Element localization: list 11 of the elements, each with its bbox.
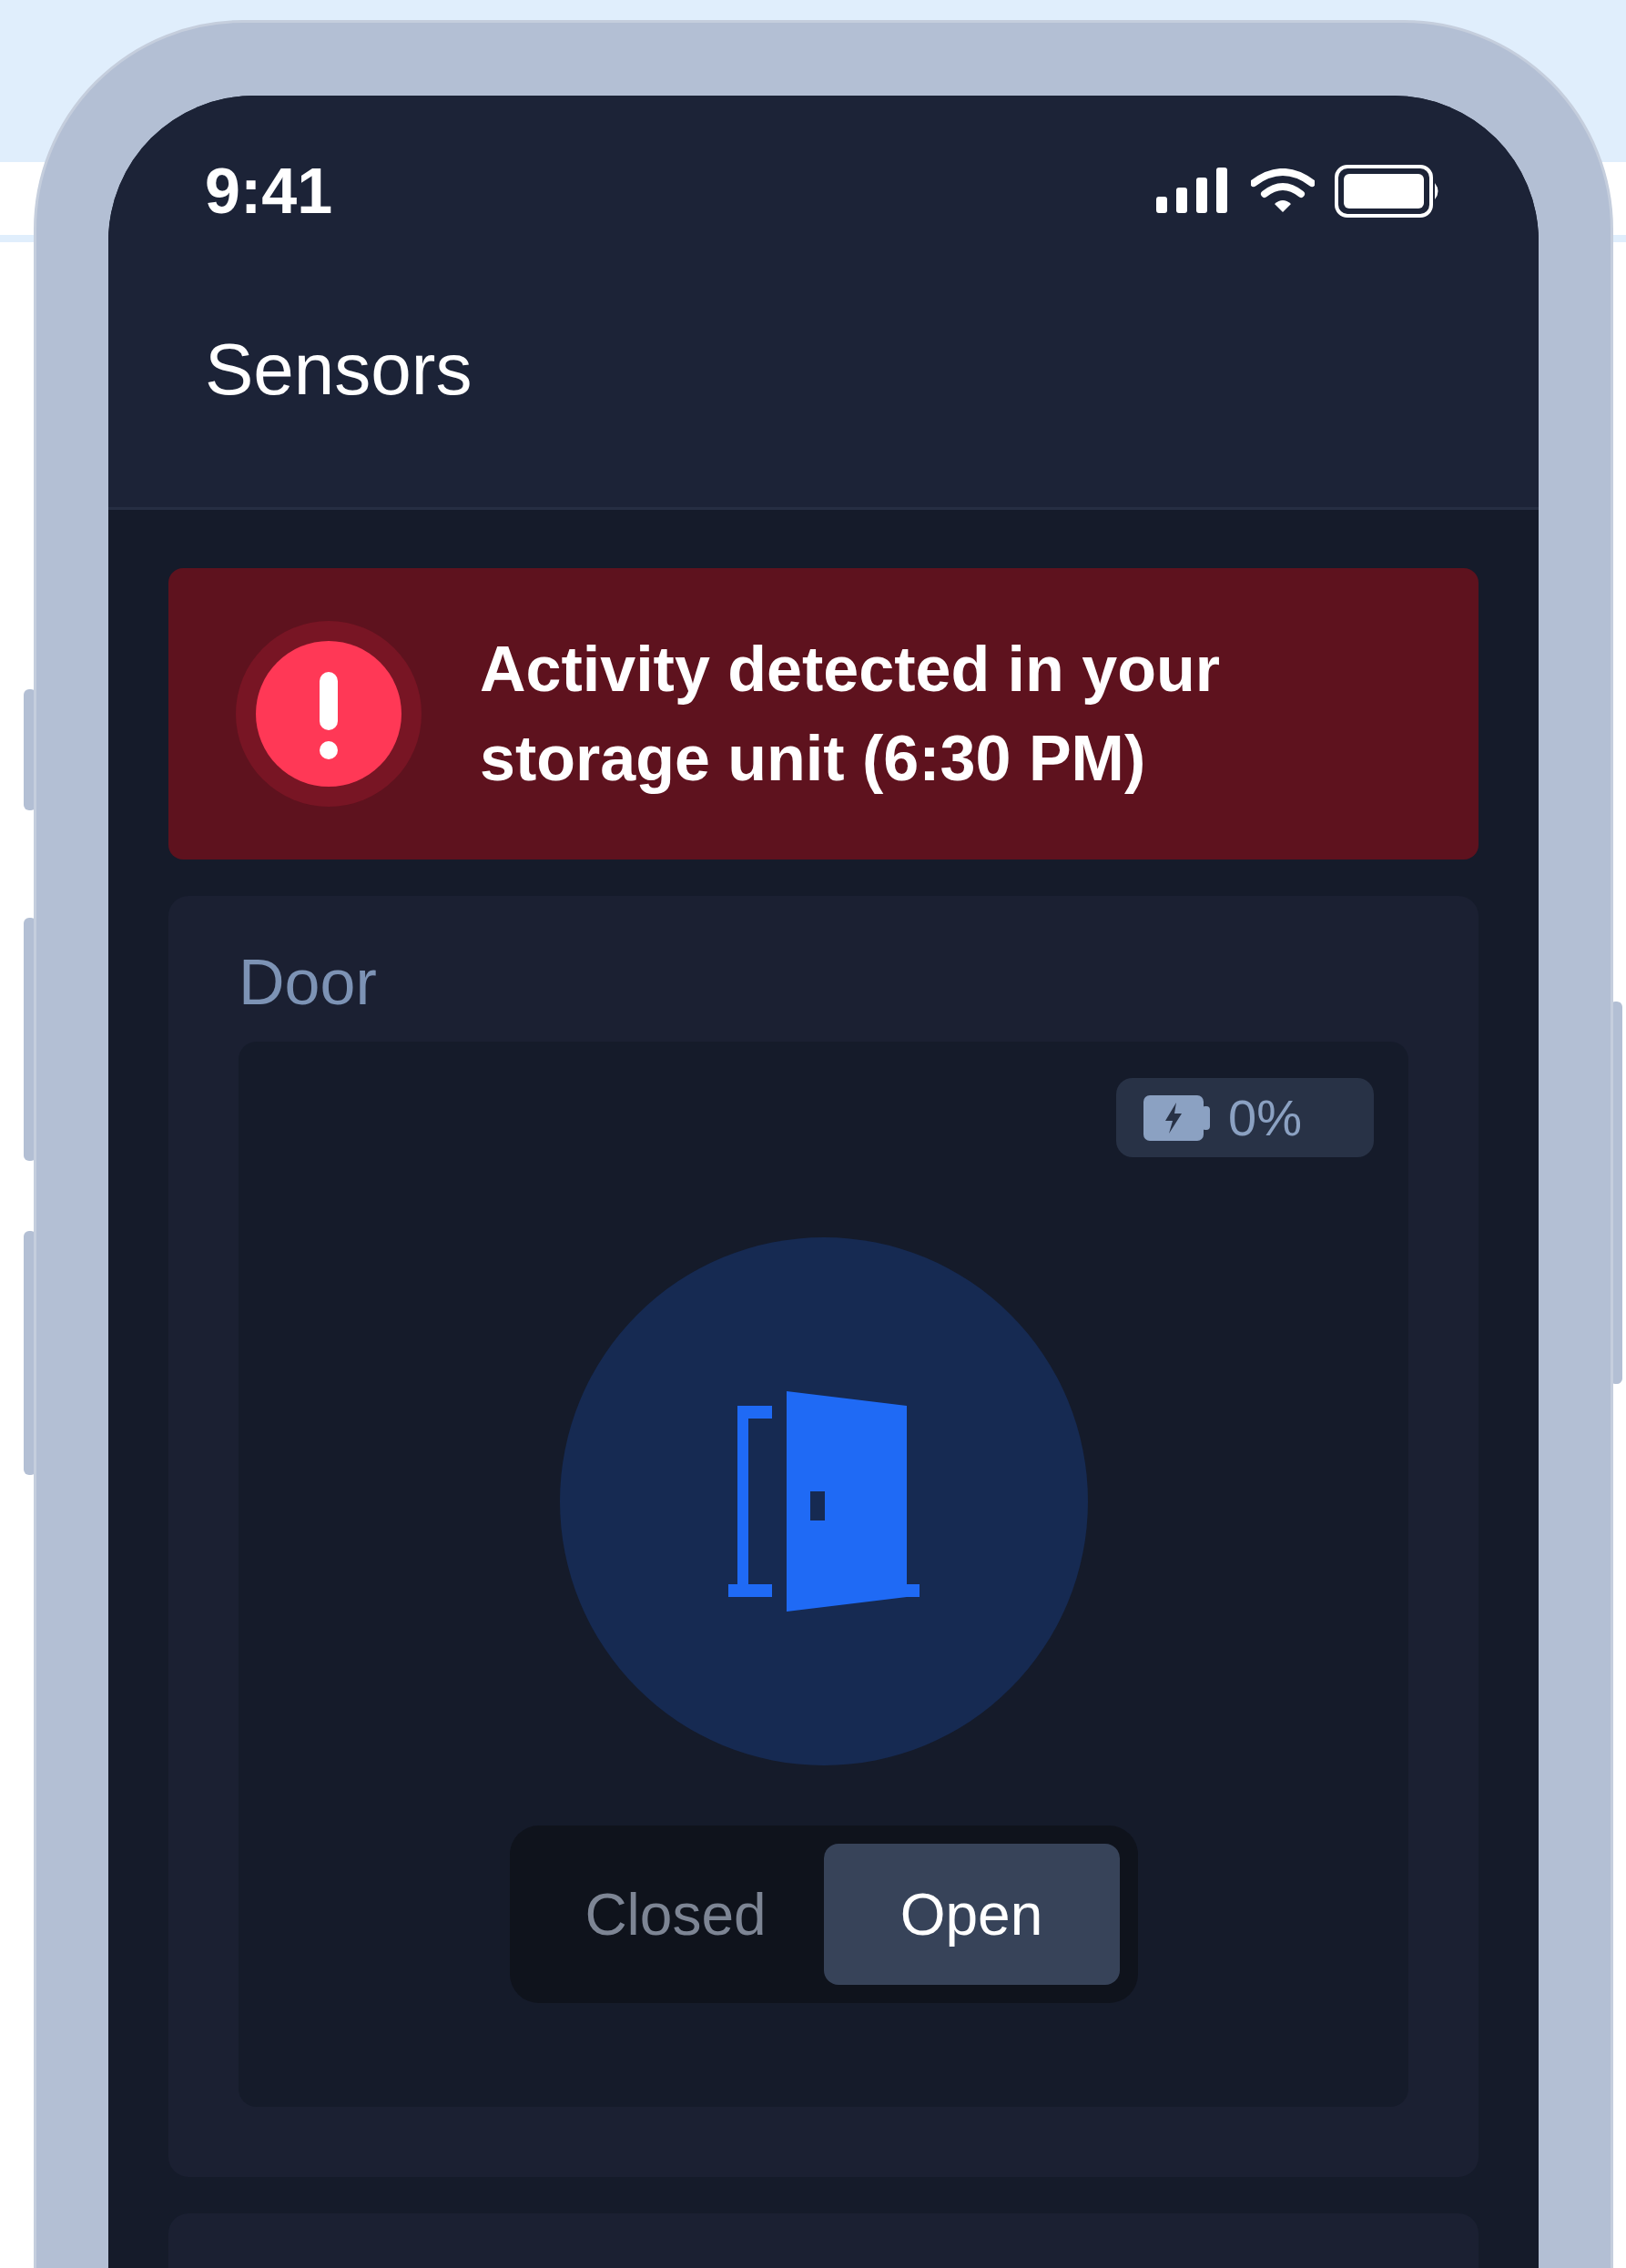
warning-icon	[236, 621, 422, 807]
sensor-name: Door	[239, 946, 378, 1020]
state-option[interactable]: Closed	[527, 1844, 824, 1985]
screen-title: Sensors	[205, 328, 473, 412]
door-icon	[727, 1391, 920, 1612]
wifi-icon	[1251, 168, 1315, 214]
alert-message: Activity detected in your storage unit (6:30 PM)	[480, 633, 1221, 796]
status-time: 9:41	[205, 155, 333, 228]
battery-level: 0%	[1228, 1088, 1302, 1147]
state-option[interactable]: Open	[823, 1844, 1120, 1985]
battery-charging-icon	[1143, 1094, 1210, 1141]
